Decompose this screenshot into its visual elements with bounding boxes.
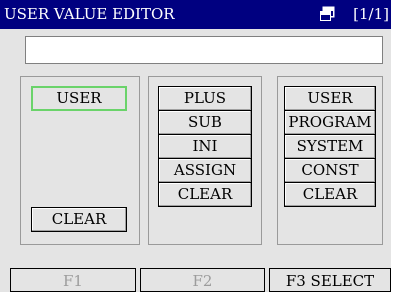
user-button[interactable]: USER [31, 86, 127, 111]
page-window-icon [320, 6, 335, 21]
plus-button[interactable]: PLUS [158, 86, 252, 111]
screen: USER VALUE EDITOR [1/1] USER CLEAR PLUS … [0, 0, 391, 292]
function-key-bar: F1 F2 F3 SELECT [0, 268, 391, 292]
f2-key[interactable]: F2 [140, 268, 265, 292]
clear-button[interactable]: CLEAR [284, 182, 376, 207]
clear-button[interactable]: CLEAR [158, 182, 252, 207]
ini-button[interactable]: INI [158, 134, 252, 159]
user-scope-button[interactable]: USER [284, 86, 376, 111]
f3-select-key[interactable]: F3 SELECT [269, 268, 391, 292]
clear-button[interactable]: CLEAR [31, 207, 127, 232]
const-button[interactable]: CONST [284, 158, 376, 183]
operation-group: PLUS SUB INI ASSIGN CLEAR [148, 76, 262, 245]
page-indicator: [1/1] [353, 5, 389, 23]
scope-group: USER PROGRAM SYSTEM CONST CLEAR [277, 76, 383, 245]
title-bar: USER VALUE EDITOR [1/1] [0, 0, 391, 29]
user-value-group: USER CLEAR [20, 76, 140, 245]
f1-key[interactable]: F1 [10, 268, 136, 292]
sub-button[interactable]: SUB [158, 110, 252, 135]
program-button[interactable]: PROGRAM [284, 110, 376, 135]
value-input-field[interactable] [25, 36, 383, 64]
assign-button[interactable]: ASSIGN [158, 158, 252, 183]
system-button[interactable]: SYSTEM [284, 134, 376, 159]
window-title: USER VALUE EDITOR [4, 5, 175, 23]
